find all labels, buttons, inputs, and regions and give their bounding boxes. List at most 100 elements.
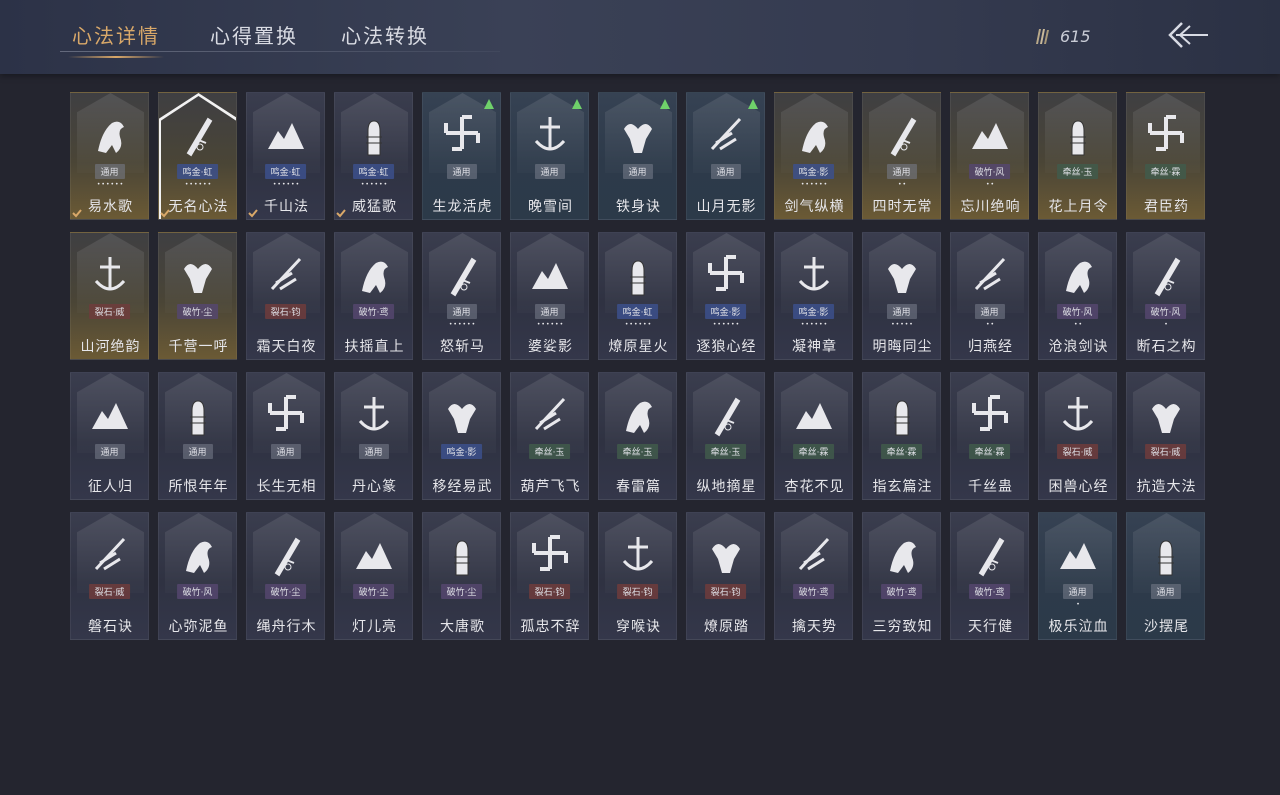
heart-method-card[interactable]: 通用 • 极乐泣血 xyxy=(1038,512,1117,640)
heart-method-card[interactable]: 裂石·威 磐石诀 xyxy=(70,512,149,640)
star-rating: •• xyxy=(985,181,996,188)
heart-method-card[interactable]: 鸣金·虹 •••••• 燎原星火 xyxy=(598,232,677,360)
heart-method-card[interactable]: 牵丝·玉 纵地摘星 xyxy=(686,372,765,500)
heart-method-card[interactable]: 通用 晚雪间 xyxy=(510,92,589,220)
heart-method-card[interactable]: 破竹·尘 绳舟行木 xyxy=(246,512,325,640)
heart-method-card[interactable]: 通用 沙摆尾 xyxy=(1126,512,1205,640)
tab-heart-method-convert[interactable]: 心法转换 xyxy=(341,20,429,49)
fist-icon xyxy=(366,120,382,156)
heart-method-card[interactable]: 鸣金·虹 •••••• 无名心法 xyxy=(158,92,237,220)
heart-method-card[interactable]: 通用 山月无影 xyxy=(686,92,765,220)
school-tag: 鸣金·影 xyxy=(704,304,747,319)
heart-method-card[interactable]: 裂石·威 抗造大法 xyxy=(1126,372,1205,500)
school-tag: 裂石·钧 xyxy=(616,584,659,599)
heart-method-card[interactable]: 鸣金·影 •••••• 凝神章 xyxy=(774,232,853,360)
school-tag: 通用 xyxy=(94,444,125,459)
brush-icon xyxy=(358,397,390,431)
heart-method-card[interactable]: 牵丝·霖 杏花不见 xyxy=(774,372,853,500)
heart-method-card[interactable]: 裂石·钧 霜天白夜 xyxy=(246,232,325,360)
back-arrow-icon[interactable] xyxy=(1166,20,1210,50)
school-tag: 通用 xyxy=(270,444,301,459)
star-rating: •••••• xyxy=(712,321,741,328)
heart-method-card[interactable]: 破竹·风 心弥泥鱼 xyxy=(158,512,237,640)
heart-method-card[interactable]: 牵丝·霖 指玄篇注 xyxy=(862,372,941,500)
heart-method-card[interactable]: 裂石·钧燎原踏 xyxy=(686,512,765,640)
anchor-icon xyxy=(534,117,566,151)
upgrade-arrow-icon xyxy=(484,99,494,109)
serpent-icon xyxy=(1066,261,1092,293)
heart-method-card[interactable]: 通用 生龙活虎 xyxy=(422,92,501,220)
school-tag: 破竹·鸢 xyxy=(968,584,1011,599)
rider-icon xyxy=(712,544,740,573)
heart-method-card[interactable]: 鸣金·虹 •••••• 威猛歌 xyxy=(334,92,413,220)
city-icon xyxy=(454,540,470,576)
heart-method-card[interactable]: 破竹·风 •• 忘川绝响 xyxy=(950,92,1029,220)
heart-method-card[interactable]: 通用 •• 归燕经 xyxy=(950,232,1029,360)
heart-method-card[interactable]: 通用 长生无相 xyxy=(246,372,325,500)
card-name: 沧浪剑诀 xyxy=(1048,339,1109,355)
gourd-icon xyxy=(534,397,566,431)
heart-method-card[interactable]: 通用 •••••• 怒斩马 xyxy=(422,232,501,360)
card-name: 杏花不见 xyxy=(784,479,845,495)
equipped-check-icon xyxy=(336,209,346,218)
card-name: 四时无常 xyxy=(872,199,933,215)
star-rating: •••••• xyxy=(800,181,829,188)
swirl-icon xyxy=(1158,540,1174,576)
card-name: 花上月令 xyxy=(1048,199,1109,215)
heart-method-card[interactable]: 通用 征人归 xyxy=(70,372,149,500)
heart-method-card[interactable]: 通用 所恨年年 xyxy=(158,372,237,500)
heart-method-card[interactable]: 通用 丹心篆 xyxy=(334,372,413,500)
bird-hand-icon xyxy=(92,403,128,429)
heart-method-card[interactable]: 鸣金·影 •••••• 剑气纵横 xyxy=(774,92,853,220)
card-name: 威猛歌 xyxy=(352,199,397,215)
card-name: 沙摆尾 xyxy=(1144,619,1189,635)
star-rating: •••••• xyxy=(96,181,125,188)
heart-method-card[interactable]: 鸣金·影 移经易武 xyxy=(422,372,501,500)
heart-method-card[interactable]: 通用 ••••• 明晦同尘 xyxy=(862,232,941,360)
school-tag: 通用 xyxy=(182,444,213,459)
spear-icon xyxy=(270,257,302,291)
school-tag: 通用 xyxy=(886,164,917,179)
heart-method-card[interactable]: 破竹·风 • 断石之构 xyxy=(1126,232,1205,360)
school-tag: 牵丝·玉 xyxy=(528,444,571,459)
heart-method-card[interactable]: 牵丝·玉 花上月令 xyxy=(1038,92,1117,220)
heart-method-card[interactable]: 破竹·鸢 擒天势 xyxy=(774,512,853,640)
card-name: 孤忠不辞 xyxy=(520,619,581,635)
heart-method-card[interactable]: 破竹·风 •• 沧浪剑诀 xyxy=(1038,232,1117,360)
heart-method-card[interactable]: 通用 •••••• 易水歌 xyxy=(70,92,149,220)
heart-method-card[interactable]: 牵丝·霖 千丝蛊 xyxy=(950,372,1029,500)
school-tag: 破竹·尘 xyxy=(264,584,307,599)
heart-method-card[interactable]: 通用 •• 四时无常 xyxy=(862,92,941,220)
heart-method-card[interactable]: 裂石·钧 孤忠不辞 xyxy=(510,512,589,640)
card-name: 纵地摘星 xyxy=(696,479,757,495)
school-tag: 通用 xyxy=(446,304,477,319)
tab-heart-method-details[interactable]: 心法详情 xyxy=(68,20,164,58)
card-name: 春雷篇 xyxy=(616,479,661,495)
heart-method-card[interactable]: 破竹·尘 大唐歌 xyxy=(422,512,501,640)
heart-method-card[interactable]: 鸣金·影 •••••• 逐狼心经 xyxy=(686,232,765,360)
heart-method-card[interactable]: 裂石·威 山河绝韵 xyxy=(70,232,149,360)
heart-method-card[interactable]: 裂石·威 困兽心经 xyxy=(1038,372,1117,500)
school-tag: 裂石·钧 xyxy=(704,584,747,599)
school-tag: 通用 xyxy=(1062,584,1093,599)
card-name: 困兽心经 xyxy=(1048,479,1109,495)
heart-method-card[interactable]: 牵丝·霖 君臣药 xyxy=(1126,92,1205,220)
heart-method-card[interactable]: 破竹·鸢 扶摇直上 xyxy=(334,232,413,360)
heart-method-card[interactable]: 裂石·钧 穿喉诀 xyxy=(598,512,677,640)
heart-method-card[interactable]: 破竹·鸢 天行健 xyxy=(950,512,1029,640)
armor-icon xyxy=(448,404,476,433)
heart-method-card[interactable]: 通用 铁身诀 xyxy=(598,92,677,220)
heart-method-card[interactable]: 牵丝·玉 葫芦飞飞 xyxy=(510,372,589,500)
heart-method-card[interactable]: 通用 •••••• 婆娑影 xyxy=(510,232,589,360)
heart-method-card[interactable]: 破竹·尘 灯儿亮 xyxy=(334,512,413,640)
card-name: 易水歌 xyxy=(88,199,133,215)
knot-icon xyxy=(888,264,916,293)
blossom-icon xyxy=(796,403,832,429)
tab-insight-exchange[interactable]: 心得置换 xyxy=(210,20,298,49)
heart-method-card[interactable]: 牵丝·玉 春雷篇 xyxy=(598,372,677,500)
heart-method-card[interactable]: 鸣金·虹 •••••• 千山法 xyxy=(246,92,325,220)
heart-method-card[interactable]: 破竹·尘 千营一呼 xyxy=(158,232,237,360)
card-name: 燎原踏 xyxy=(704,619,749,635)
heart-method-card[interactable]: 破竹·鸢 三穷致知 xyxy=(862,512,941,640)
school-tag: 鸣金·虹 xyxy=(352,164,395,179)
